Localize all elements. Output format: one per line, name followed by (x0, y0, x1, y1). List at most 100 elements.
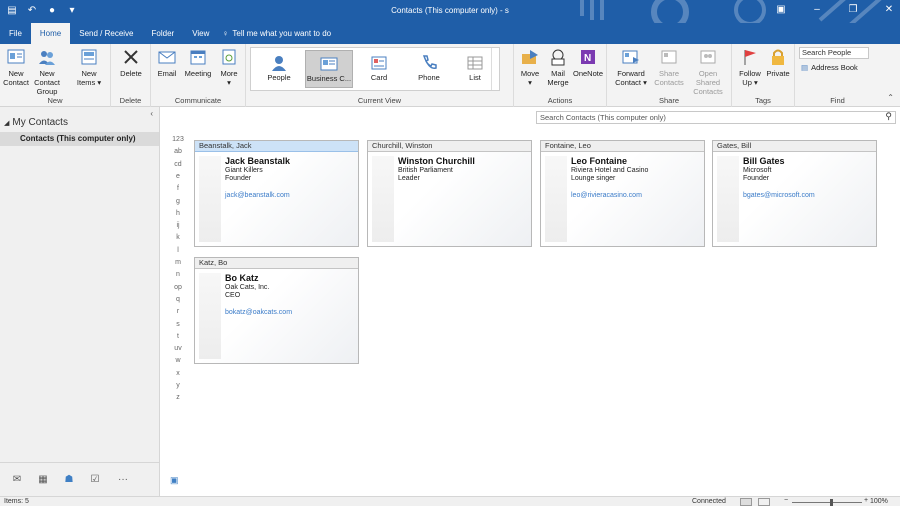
lightbulb-icon: ♀ (222, 29, 229, 38)
zoom-out-icon[interactable]: − (784, 497, 788, 504)
business-card[interactable]: Gates, Bill Bill Gates Microsoft Founder bga… (712, 140, 877, 247)
delete-button[interactable]: Delete (117, 47, 145, 78)
contact-card-icon[interactable]: ▣ (170, 475, 186, 487)
alphabet-letter[interactable]: r (170, 308, 186, 315)
card-email[interactable]: bokatz@oakcats.com (225, 309, 292, 316)
view-card-label: Card (370, 73, 388, 82)
more-button[interactable]: More ▾ (217, 47, 241, 87)
alphabet-letter[interactable]: x (170, 370, 186, 377)
tab-file[interactable]: File (0, 23, 31, 44)
alphabet-letter[interactable]: w (170, 357, 186, 364)
minimize-icon[interactable]: – (810, 4, 824, 15)
new-items-button[interactable]: New Items ▾ (74, 47, 104, 87)
restore-icon[interactable]: ❐ (846, 4, 860, 15)
private-label: Private (766, 69, 790, 78)
alphabet-letter[interactable]: y (170, 382, 186, 389)
tab-send-receive[interactable]: Send / Receive (70, 23, 142, 44)
alphabet-letter[interactable]: h (170, 210, 186, 217)
card-photo-placeholder (545, 156, 567, 242)
onenote-icon: N (578, 47, 598, 67)
view-gallery-scroll[interactable] (491, 48, 499, 90)
view-phone[interactable]: Phone (405, 50, 453, 88)
view-card[interactable]: Card (355, 50, 403, 88)
status-bar: Items: 5 Connected − + 100% (0, 496, 900, 506)
tab-folder[interactable]: Folder (143, 23, 184, 44)
open-shared-contacts-button[interactable]: Open Shared Contacts (687, 47, 729, 96)
alphabet-letter[interactable]: z (170, 394, 186, 401)
alphabet-letter[interactable]: t (170, 333, 186, 340)
forward-contact-label: Forward Contact ▾ (615, 69, 647, 87)
people-icon[interactable]: ☗ (62, 474, 76, 486)
flag-icon (740, 47, 760, 67)
tasks-icon[interactable]: ☑ (88, 474, 102, 486)
search-placeholder: Search Contacts (This computer only) (540, 113, 666, 122)
reading-view-icon[interactable] (758, 498, 770, 506)
address-book-button[interactable]: ▤ Address Book (801, 63, 858, 72)
zoom-in-icon[interactable]: + (864, 497, 868, 504)
close-icon[interactable]: ✕ (882, 4, 896, 15)
alphabet-letter[interactable]: ab (170, 148, 186, 155)
share-contacts-icon (659, 47, 679, 67)
view-business-card[interactable]: Business C... (305, 50, 353, 88)
meeting-label: Meeting (184, 69, 212, 78)
contacts-view: Search Contacts (This computer only) ⚲ 1… (160, 107, 900, 496)
private-button[interactable]: Private (764, 47, 792, 78)
onenote-label: OneNote (572, 69, 604, 78)
alphabet-letter[interactable]: g (170, 198, 186, 205)
business-card[interactable]: Churchill, Winston Winston Churchill Briti… (367, 140, 532, 247)
onenote-button[interactable]: N OneNote (572, 47, 604, 78)
people-view-icon (269, 53, 289, 73)
card-email[interactable]: bgates@microsoft.com (743, 192, 815, 199)
zoom-slider[interactable] (792, 502, 862, 503)
alphabet-letter[interactable]: uv (170, 345, 186, 352)
new-contact-group-button[interactable]: New Contact Group (30, 47, 64, 96)
alphabet-letter[interactable]: e (170, 173, 186, 180)
my-contacts-header[interactable]: ◢ My Contacts (4, 117, 68, 128)
follow-up-button[interactable]: Follow Up ▾ (736, 47, 764, 87)
alphabet-letter[interactable]: l (170, 247, 186, 254)
collapse-folder-pane-icon[interactable]: ‹ (150, 109, 153, 118)
forward-contact-button[interactable]: Forward Contact ▾ (611, 47, 651, 87)
alphabet-letter[interactable]: cd (170, 161, 186, 168)
card-email[interactable]: leo@rivieracasino.com (571, 192, 642, 199)
alphabet-letter[interactable]: s (170, 321, 186, 328)
more-icon[interactable]: ··· (116, 474, 130, 486)
ribbon-display-icon[interactable]: ▣ (774, 4, 788, 15)
collapse-ribbon-icon[interactable]: ⌃ (887, 93, 894, 102)
alphabet-letter[interactable]: ij (170, 222, 186, 229)
search-contacts-input[interactable]: Search Contacts (This computer only) ⚲ (536, 111, 896, 124)
search-people-input[interactable]: Search People (799, 47, 869, 59)
view-people[interactable]: People (255, 50, 303, 88)
calendar-icon[interactable]: ▦ (36, 474, 50, 486)
alphabet-letter[interactable]: n (170, 271, 186, 278)
mail-merge-icon (548, 47, 568, 67)
alphabet-letter[interactable]: op (170, 284, 186, 291)
meeting-button[interactable]: Meeting (183, 47, 213, 78)
email-button[interactable]: Email (155, 47, 179, 78)
business-card[interactable]: Beanstalk, Jack Jack Beanstalk Giant Kille… (194, 140, 359, 247)
card-email[interactable]: jack@beanstalk.com (225, 192, 290, 199)
zoom-slider-thumb[interactable] (830, 499, 833, 506)
expand-triangle-icon: ◢ (4, 119, 10, 127)
business-card[interactable]: Fontaine, Leo Leo Fontaine Riviera Hotel a… (540, 140, 705, 247)
normal-view-icon[interactable] (740, 498, 752, 506)
alphabet-letter[interactable]: f (170, 185, 186, 192)
alphabet-letter[interactable]: k (170, 234, 186, 241)
new-contact-button[interactable]: New Contact (2, 47, 30, 87)
folder-item-contacts[interactable]: Contacts (This computer only) (0, 132, 159, 146)
search-icon[interactable]: ⚲ (885, 111, 892, 122)
tab-view[interactable]: View (183, 23, 218, 44)
alphabet-letter[interactable]: 123 (170, 136, 186, 143)
business-card[interactable]: Katz, Bo Bo Katz Oak Cats, Inc. CEO bokatz@o… (194, 257, 359, 364)
alphabet-letter[interactable]: m (170, 259, 186, 266)
card-name: Winston Churchill (398, 156, 475, 166)
share-contacts-button[interactable]: Share Contacts (654, 47, 684, 87)
mail-icon[interactable]: ✉ (10, 474, 24, 486)
tab-home[interactable]: Home (30, 23, 71, 44)
tell-me-box[interactable]: ♀ Tell me what you want to do (222, 29, 331, 38)
mail-merge-button[interactable]: Mail Merge (546, 47, 570, 87)
mail-merge-label: Mail Merge (547, 69, 569, 87)
move-button[interactable]: Move ▾ (518, 47, 542, 87)
ribbon-tabs: File Home Send / Receive Folder View ♀ T… (0, 23, 900, 44)
alphabet-letter[interactable]: q (170, 296, 186, 303)
